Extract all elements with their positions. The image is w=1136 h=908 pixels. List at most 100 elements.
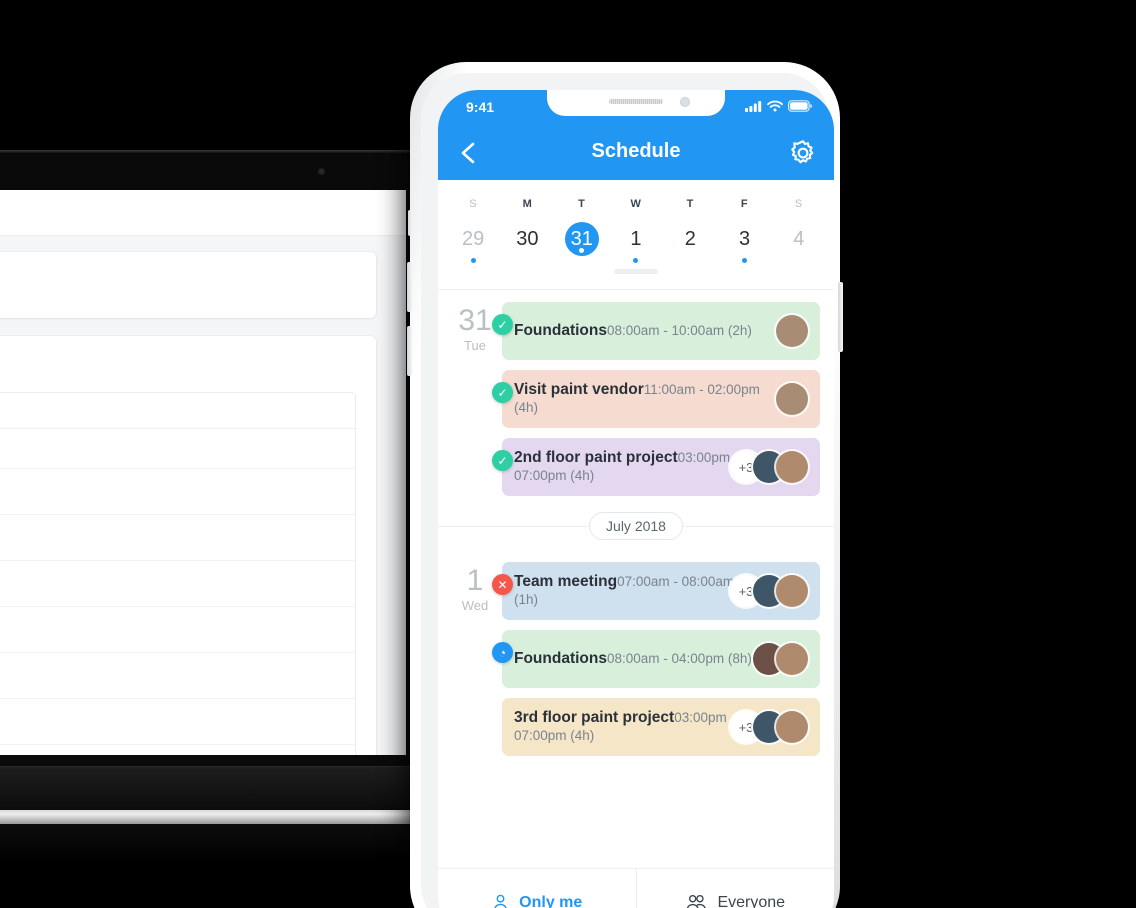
week-day-number[interactable]: 30: [510, 222, 544, 256]
agenda-day-weekday: Tue: [464, 338, 486, 353]
schedule-grid-card: Day Week Month ‹ May 4-10 › Today: [0, 336, 376, 755]
separator-line: [682, 525, 834, 527]
table-row: Mario Watte...⏱ 301p - 5pSite worker1p -…: [0, 515, 355, 561]
calendar-expand-handle[interactable]: [614, 269, 658, 274]
macbook-device: Schedule Day Week Month: [0, 150, 450, 862]
event-title: 2nd floor paint project: [514, 449, 678, 466]
phone-screen: 9:41 Schedule S 29 M 30 T 31 W 1 T 2 F 3…: [438, 90, 834, 908]
employee-rows: Mike Sanders⏱ 301p - 5pSite worker1p - 5…: [0, 469, 355, 755]
page-header-card: Schedule: [0, 252, 376, 318]
event-title: Team meeting: [514, 573, 618, 590]
laptop-base-lip: [0, 810, 450, 824]
week-day-letter: W: [630, 198, 642, 210]
week-day-column[interactable]: M 30: [500, 198, 554, 263]
laptop-camera-icon: [318, 168, 325, 175]
agenda-event-card[interactable]: ✓ Foundations08:00am - 10:00am (2h): [492, 302, 820, 360]
cellular-signal-icon: [745, 101, 762, 112]
event-attendees[interactable]: +3: [730, 575, 808, 607]
unassigned-shifts-row: Unassigned Shifts: [0, 429, 355, 469]
table-row: Verna Martin⏱ 301p - 5pSite worker1p - 5…: [0, 653, 355, 699]
laptop-base-shadow: [0, 824, 450, 862]
event-time: 08:00am - 10:00am (2h): [607, 323, 752, 338]
event-time: 08:00am - 04:00pm (8h): [607, 651, 752, 666]
clock-circle-icon: ◔: [492, 642, 513, 663]
event-text: Visit paint vendor11:00am - 02:00pm (4h): [514, 381, 785, 417]
volume-down-button[interactable]: [407, 326, 412, 376]
avatar: [776, 575, 808, 607]
week-day-number[interactable]: 2: [673, 222, 707, 256]
event-title: Visit paint vendor: [514, 381, 644, 398]
bottom-tab-bar: Only me Everyone: [438, 868, 834, 908]
volume-up-button[interactable]: [407, 262, 412, 312]
agenda-day-label: 31 Tue: [448, 302, 502, 506]
check-circle-icon: ✓: [492, 314, 513, 335]
week-day-letter: S: [469, 198, 478, 210]
schedule-toolbar: Day Week Month ‹ May 4-10 › Today: [0, 336, 376, 392]
event-text: Foundations08:00am - 10:00am (2h): [514, 322, 785, 340]
agenda-day-label: 1 Wed: [448, 562, 502, 766]
single-person-icon: [494, 894, 508, 908]
event-attendees[interactable]: +3: [730, 451, 808, 483]
wifi-icon: [767, 100, 783, 112]
agenda-event-card[interactable]: ✕ Team meeting07:00am - 08:00am (1h) +3: [492, 562, 820, 620]
phone-inner-bezel: 9:41 Schedule S 29 M 30 T 31 W 1 T 2 F 3…: [421, 73, 834, 908]
table-row: Luis Hawkins⏱ 301p - 5pSite worker1p - 5…: [0, 699, 355, 745]
front-camera-icon: [680, 97, 690, 107]
table-row: Mike Sanders⏱ 301p - 5pSite worker1p - 5…: [0, 469, 355, 515]
week-day-event-dot: [525, 258, 530, 263]
separator-line: [438, 525, 590, 527]
event-attendees[interactable]: [776, 315, 808, 347]
event-attendees[interactable]: [753, 643, 808, 675]
agenda-list[interactable]: 31 Tue ✓ Foundations08:00am - 10:00am (2h) ✓…: [438, 290, 834, 868]
avatar: [776, 315, 808, 347]
week-day-number[interactable]: 1: [619, 222, 653, 256]
schedule-table: View by employees ▼ Sun 5/4 Mon 5/5 Tue …: [0, 392, 356, 755]
event-title: Foundations: [514, 650, 607, 667]
week-day-number[interactable]: 4: [782, 222, 816, 256]
event-title: 3rd floor paint project: [514, 709, 675, 726]
week-day-columns: S 29 M 30 T 31 W 1 T 2 F 3 S 4: [438, 180, 834, 263]
event-attendees[interactable]: +3: [730, 711, 808, 743]
week-day-column[interactable]: T 31: [555, 198, 609, 263]
week-day-event-dot: [688, 258, 693, 263]
avatar: [776, 643, 808, 675]
agenda-event-card[interactable]: ✓ Visit paint vendor11:00am - 02:00pm (4h…: [492, 370, 820, 428]
settings-button[interactable]: [788, 138, 818, 168]
browser-top-bar: [0, 190, 406, 236]
event-attendees[interactable]: [776, 383, 808, 415]
laptop-lid: Schedule Day Week Month: [0, 150, 420, 767]
check-circle-icon: ✓: [492, 382, 513, 403]
week-day-letter: F: [740, 198, 749, 210]
agenda-event-card[interactable]: 3rd floor paint project03:00pm - 07:00pm…: [502, 698, 820, 756]
check-circle-icon: ✓: [492, 450, 513, 471]
event-text: Foundations08:00am - 04:00pm (8h): [514, 650, 762, 668]
week-day-column[interactable]: T2: [663, 198, 717, 263]
power-button[interactable]: [838, 282, 843, 352]
tab-everyone[interactable]: Everyone: [637, 869, 835, 908]
week-day-letter: S: [794, 198, 803, 210]
week-day-column[interactable]: F3: [717, 198, 771, 263]
week-day-number[interactable]: 3: [728, 222, 762, 256]
status-indicators: [745, 100, 812, 112]
close-circle-icon: ✕: [492, 574, 513, 595]
week-day-number[interactable]: 29: [456, 222, 490, 256]
event-text: 2nd floor paint project03:00pm - 07:00pm…: [514, 449, 739, 485]
agenda-event-card[interactable]: ◔ Foundations08:00am - 04:00pm (8h): [492, 630, 820, 688]
agenda-event-card[interactable]: ✓ 2nd floor paint project03:00pm - 07:00p…: [492, 438, 820, 496]
agenda-day-weekday: Wed: [461, 598, 489, 613]
table-row: Lucas Higgins⏱ 301p - 5pSite worker1p - …: [0, 607, 355, 653]
table-header-row: View by employees ▼ Sun 5/4 Mon 5/5 Tue …: [0, 393, 355, 429]
phone-body: 9:41 Schedule S 29 M 30 T 31 W 1 T 2 F 3…: [407, 62, 843, 908]
agenda-event-column: ✓ Foundations08:00am - 10:00am (2h) ✓ Visit…: [492, 302, 820, 506]
week-day-column[interactable]: S4: [772, 198, 826, 263]
week-day-event-dot: [796, 258, 801, 263]
week-day-column[interactable]: S 29: [446, 198, 500, 263]
tab-only-me[interactable]: Only me: [438, 869, 636, 908]
month-label: July 2018: [589, 512, 683, 540]
silent-switch-button[interactable]: [408, 210, 412, 236]
event-text: 3rd floor paint project03:00pm - 07:00pm…: [514, 709, 739, 745]
week-day-column[interactable]: W1: [609, 198, 663, 263]
week-day-letter: T: [686, 198, 694, 210]
week-day-event-dot: [633, 258, 639, 263]
week-day-event-dot: [470, 258, 476, 263]
